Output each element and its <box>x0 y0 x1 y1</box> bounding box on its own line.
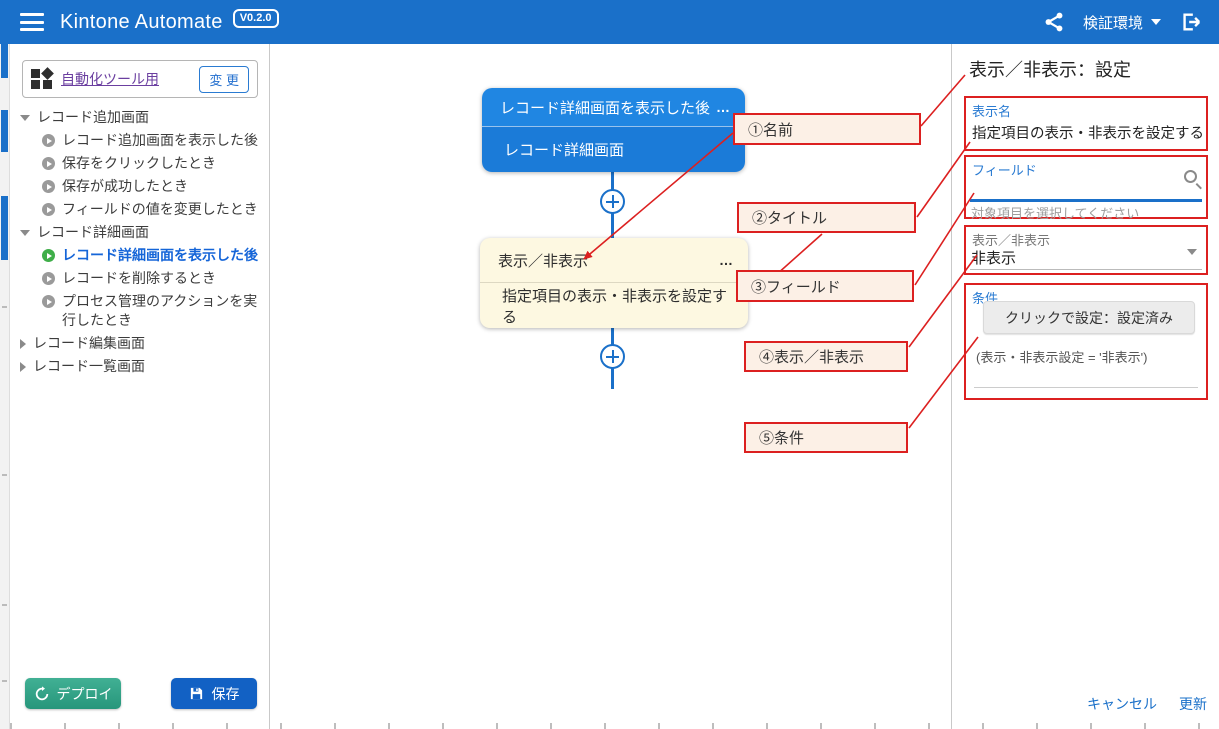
tree-item-process-action[interactable]: プロセス管理のアクションを実行したとき <box>14 290 266 332</box>
display-name-value[interactable]: 指定項目の表示・非表示を設定する <box>972 122 1204 143</box>
play-icon-active <box>42 249 55 262</box>
field-selector[interactable]: フィールド 対象項目を選択してください <box>964 155 1208 219</box>
play-icon <box>42 272 55 285</box>
caret-down-icon <box>20 230 30 236</box>
change-app-button[interactable]: 変 更 <box>199 66 249 93</box>
app-name-link[interactable]: 自動化ツール用 <box>61 69 159 89</box>
action-node-subtitle: 指定項目の表示・非表示を設定する <box>502 285 734 327</box>
condition-set-button[interactable]: クリックで設定：設定済み <box>983 301 1195 334</box>
save-button[interactable]: 保存 <box>171 678 257 709</box>
app-window: Kintone Automate V0.2.0 検証環境 自動化ツール用 <box>0 0 1219 729</box>
display-name-label: 表示名 <box>972 101 1011 120</box>
select-caret-icon <box>1187 249 1197 255</box>
play-icon <box>42 295 55 308</box>
add-step-button[interactable] <box>600 344 625 369</box>
tree-item-detail-shown[interactable]: レコード詳細画面を表示した後 <box>14 244 266 267</box>
caret-right-icon <box>20 339 26 349</box>
trigger-node-subtitle: レコード詳細画面 <box>504 139 624 160</box>
field-search-input[interactable] <box>970 175 1180 197</box>
sidebar: 自動化ツール用 変 更 レコード追加画面 レコード追加画面を表示した後 保存をク… <box>10 44 270 729</box>
play-icon <box>42 180 55 193</box>
search-icon[interactable] <box>1184 170 1197 183</box>
version-badge: V0.2.0 <box>233 9 279 28</box>
logout-icon[interactable] <box>1179 11 1203 33</box>
display-name-field[interactable]: 表示名 指定項目の表示・非表示を設定する <box>964 96 1208 151</box>
more-menu-icon[interactable]: … <box>719 252 734 268</box>
settings-panel: 表示／非表示：設定 表示名 指定項目の表示・非表示を設定する フィールド 対象項… <box>951 44 1219 729</box>
update-button[interactable]: 更新 <box>1179 694 1207 714</box>
caret-down-icon <box>20 115 30 121</box>
annotation-name: ①名前 <box>733 113 921 145</box>
app-title: Kintone Automate <box>60 11 223 34</box>
app-blocks-icon <box>31 68 53 90</box>
tree-item-record-delete[interactable]: レコードを削除するとき <box>14 267 266 290</box>
caret-down-icon <box>1151 19 1161 25</box>
action-node[interactable]: 表示／非表示 … 指定項目の表示・非表示を設定する <box>480 238 748 328</box>
visibility-value: 非表示 <box>971 247 1016 268</box>
field-helper-text: 対象項目を選択してください <box>971 203 1139 222</box>
app-selector-box: 自動化ツール用 変 更 <box>22 60 258 98</box>
event-tree: レコード追加画面 レコード追加画面を表示した後 保存をクリックしたとき 保存が成… <box>14 106 266 378</box>
play-icon <box>42 157 55 170</box>
panel-title: 表示／非表示：設定 <box>969 56 1131 82</box>
annotation-visibility: ④表示／非表示 <box>744 341 908 372</box>
bottom-ruler <box>10 723 1219 729</box>
tree-item-add-shown[interactable]: レコード追加画面を表示した後 <box>14 129 266 152</box>
deploy-button[interactable]: デプロイ <box>25 678 121 709</box>
divider <box>974 387 1198 388</box>
tree-group-record-detail[interactable]: レコード詳細画面 <box>14 221 266 244</box>
play-icon <box>42 203 55 216</box>
visibility-underline <box>970 269 1202 270</box>
refresh-icon <box>34 686 50 702</box>
share-icon[interactable] <box>1043 11 1065 33</box>
field-input-underline <box>970 199 1202 202</box>
top-app-bar: Kintone Automate V0.2.0 検証環境 <box>0 0 1219 44</box>
environment-dropdown[interactable]: 検証環境 <box>1083 12 1161 33</box>
cancel-button[interactable]: キャンセル <box>1087 694 1157 714</box>
add-step-button[interactable] <box>600 189 625 214</box>
condition-field: 条件 クリックで設定：設定済み (表示・非表示設定 = '非表示') <box>964 283 1208 400</box>
annotation-condition: ⑤条件 <box>744 422 908 453</box>
condition-expression: (表示・非表示設定 = '非表示') <box>976 347 1147 366</box>
left-scroll-strip[interactable] <box>0 44 10 729</box>
tree-item-save-success[interactable]: 保存が成功したとき <box>14 175 266 198</box>
tree-group-record-edit[interactable]: レコード編集画面 <box>14 332 266 355</box>
environment-label: 検証環境 <box>1083 12 1143 33</box>
more-menu-icon[interactable]: … <box>716 99 731 115</box>
tree-item-save-click[interactable]: 保存をクリックしたとき <box>14 152 266 175</box>
action-node-title: 表示／非表示 <box>498 250 588 271</box>
trigger-node-title: レコード詳細画面を表示した後 <box>500 97 710 118</box>
tree-item-field-change[interactable]: フィールドの値を変更したとき <box>14 198 266 221</box>
annotation-field: ③フィールド <box>736 270 914 302</box>
annotation-title: ②タイトル <box>737 202 916 233</box>
tree-group-record-add[interactable]: レコード追加画面 <box>14 106 266 129</box>
caret-right-icon <box>20 362 26 372</box>
visibility-select[interactable]: 表示／非表示 非表示 <box>964 225 1208 275</box>
tree-group-record-list[interactable]: レコード一覧画面 <box>14 355 266 378</box>
floppy-icon <box>189 686 204 701</box>
trigger-node[interactable]: レコード詳細画面を表示した後 … レコード詳細画面 <box>482 88 745 172</box>
play-icon <box>42 134 55 147</box>
hamburger-menu-icon[interactable] <box>20 13 44 31</box>
